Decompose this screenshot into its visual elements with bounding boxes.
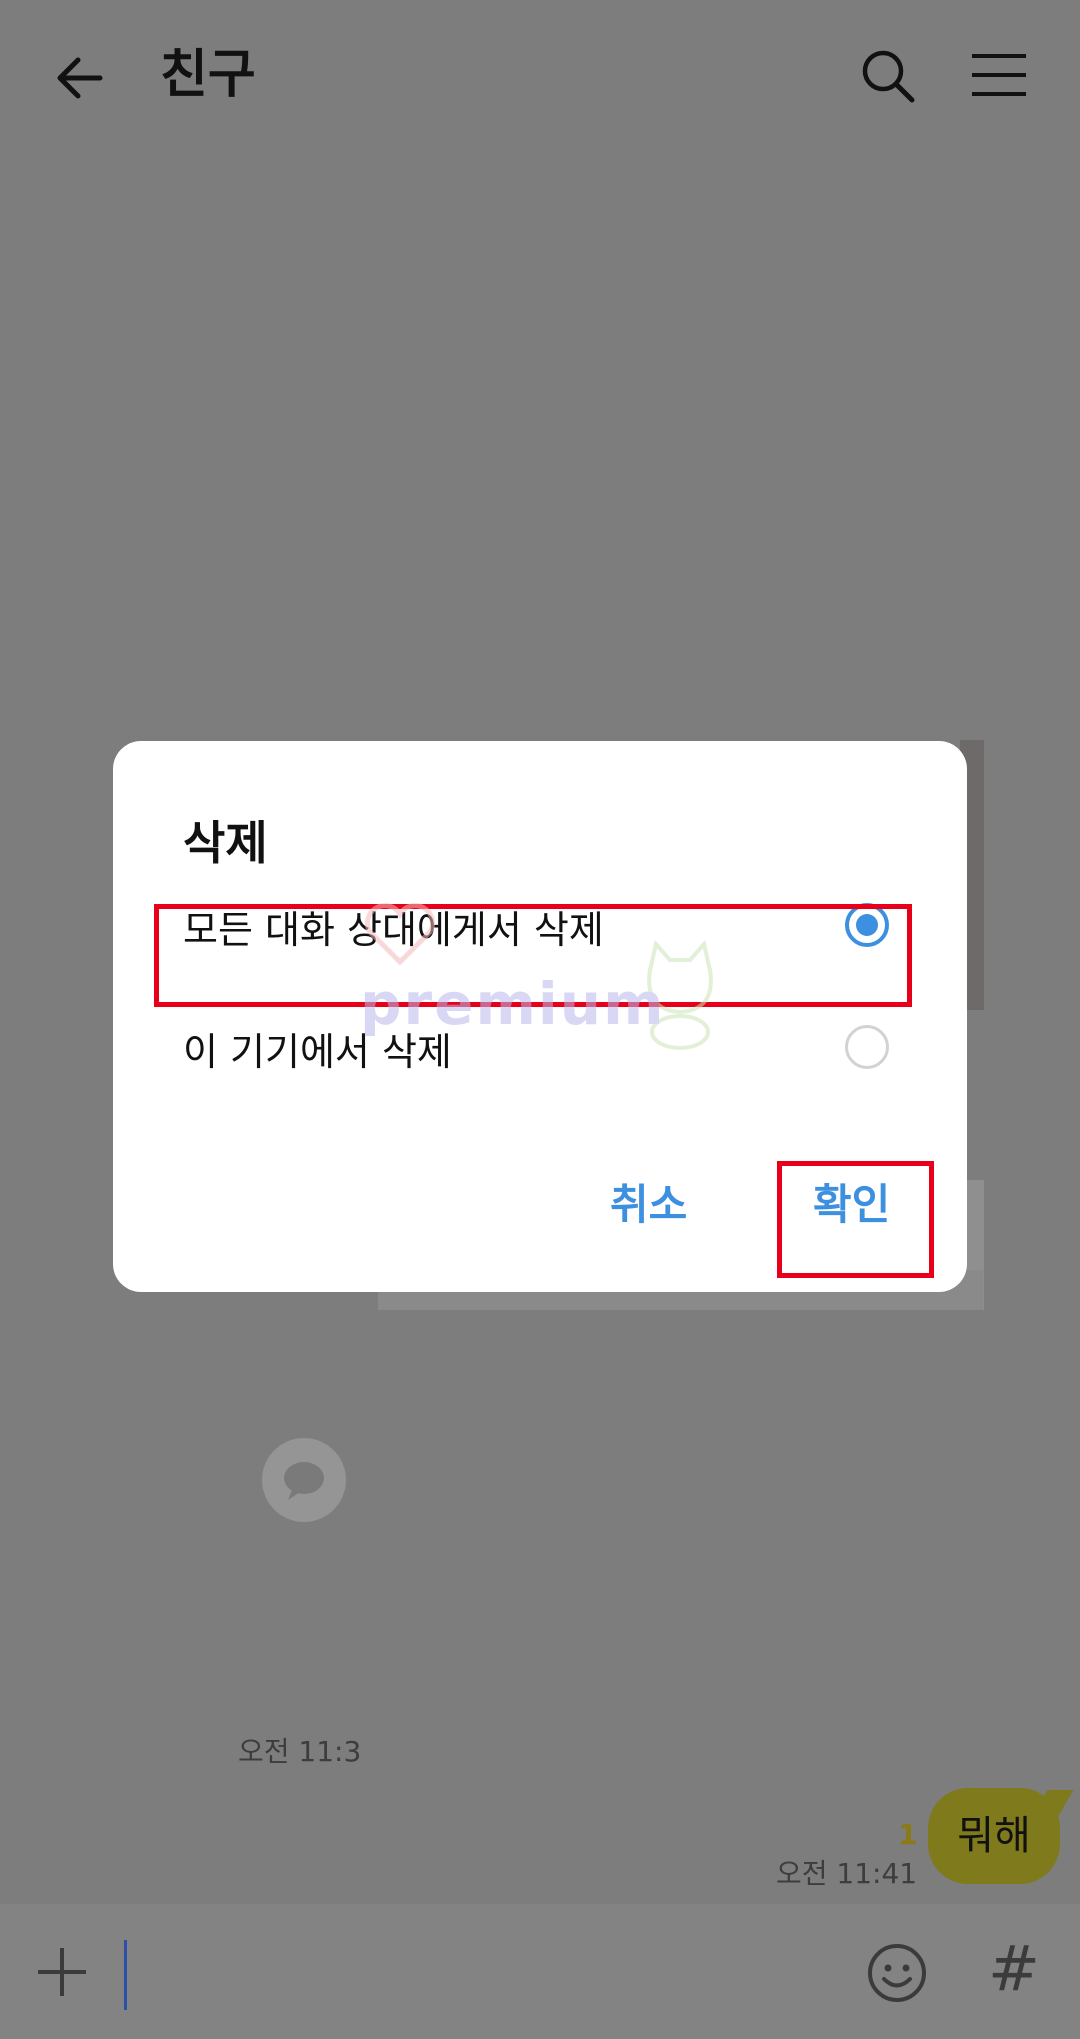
watermark: premium [360,900,740,1060]
dialog-title: 삭제 [183,816,268,870]
unread-count: 1 [898,1818,918,1851]
back-icon[interactable] [50,48,110,108]
message-input-bar: # [0,1904,1080,2039]
search-icon[interactable] [860,48,916,104]
my-message-bubble[interactable]: 뭐해 [928,1788,1060,1884]
radio-delete-this-device[interactable] [845,1025,889,1069]
chat-screen: 친구 오전 11:3 1 오전 11:41 뭐해 # 삭제 모든 대화 상대에게… [0,0,1080,2039]
cancel-button[interactable]: 취소 [610,1171,687,1232]
watermark-text: premium [360,970,666,1038]
message-input[interactable] [124,1940,127,2010]
highlight-box [777,1161,934,1278]
plus-icon[interactable] [36,1946,88,1998]
menu-icon[interactable] [970,52,1028,98]
hash-icon[interactable]: # [988,1932,1040,2005]
my-message-time: 오전 11:41 [776,1857,918,1890]
profile-avatar[interactable] [262,1438,346,1522]
chat-bubble-icon [284,1462,324,1500]
heart-icon [365,903,435,966]
message-time: 오전 11:3 [238,1735,362,1768]
chat-title: 친구 [160,45,256,105]
emoji-icon[interactable] [866,1942,928,2004]
top-bar: 친구 [0,0,1080,150]
